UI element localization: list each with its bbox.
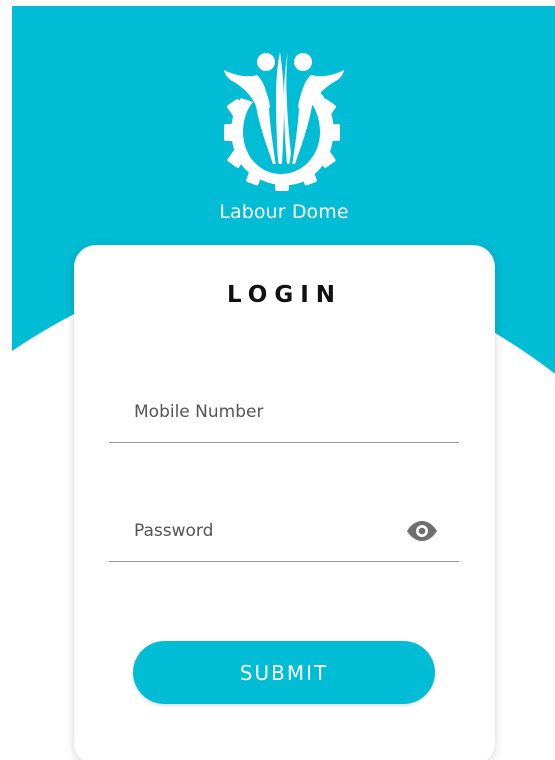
eye-icon[interactable] (405, 519, 439, 543)
app-name: Labour Dome (219, 201, 349, 223)
mobile-number-input[interactable] (134, 382, 394, 442)
login-card: LOGIN SUBMIT (74, 245, 495, 760)
login-title: LOGIN (226, 282, 343, 308)
password-field (109, 501, 459, 562)
mobile-number-field (109, 382, 459, 443)
labour-dome-logo-icon (214, 44, 354, 194)
password-input[interactable] (134, 501, 394, 561)
submit-button[interactable]: SUBMIT (133, 641, 435, 704)
login-screen: Labour Dome LOGIN SUBMIT (0, 0, 555, 760)
